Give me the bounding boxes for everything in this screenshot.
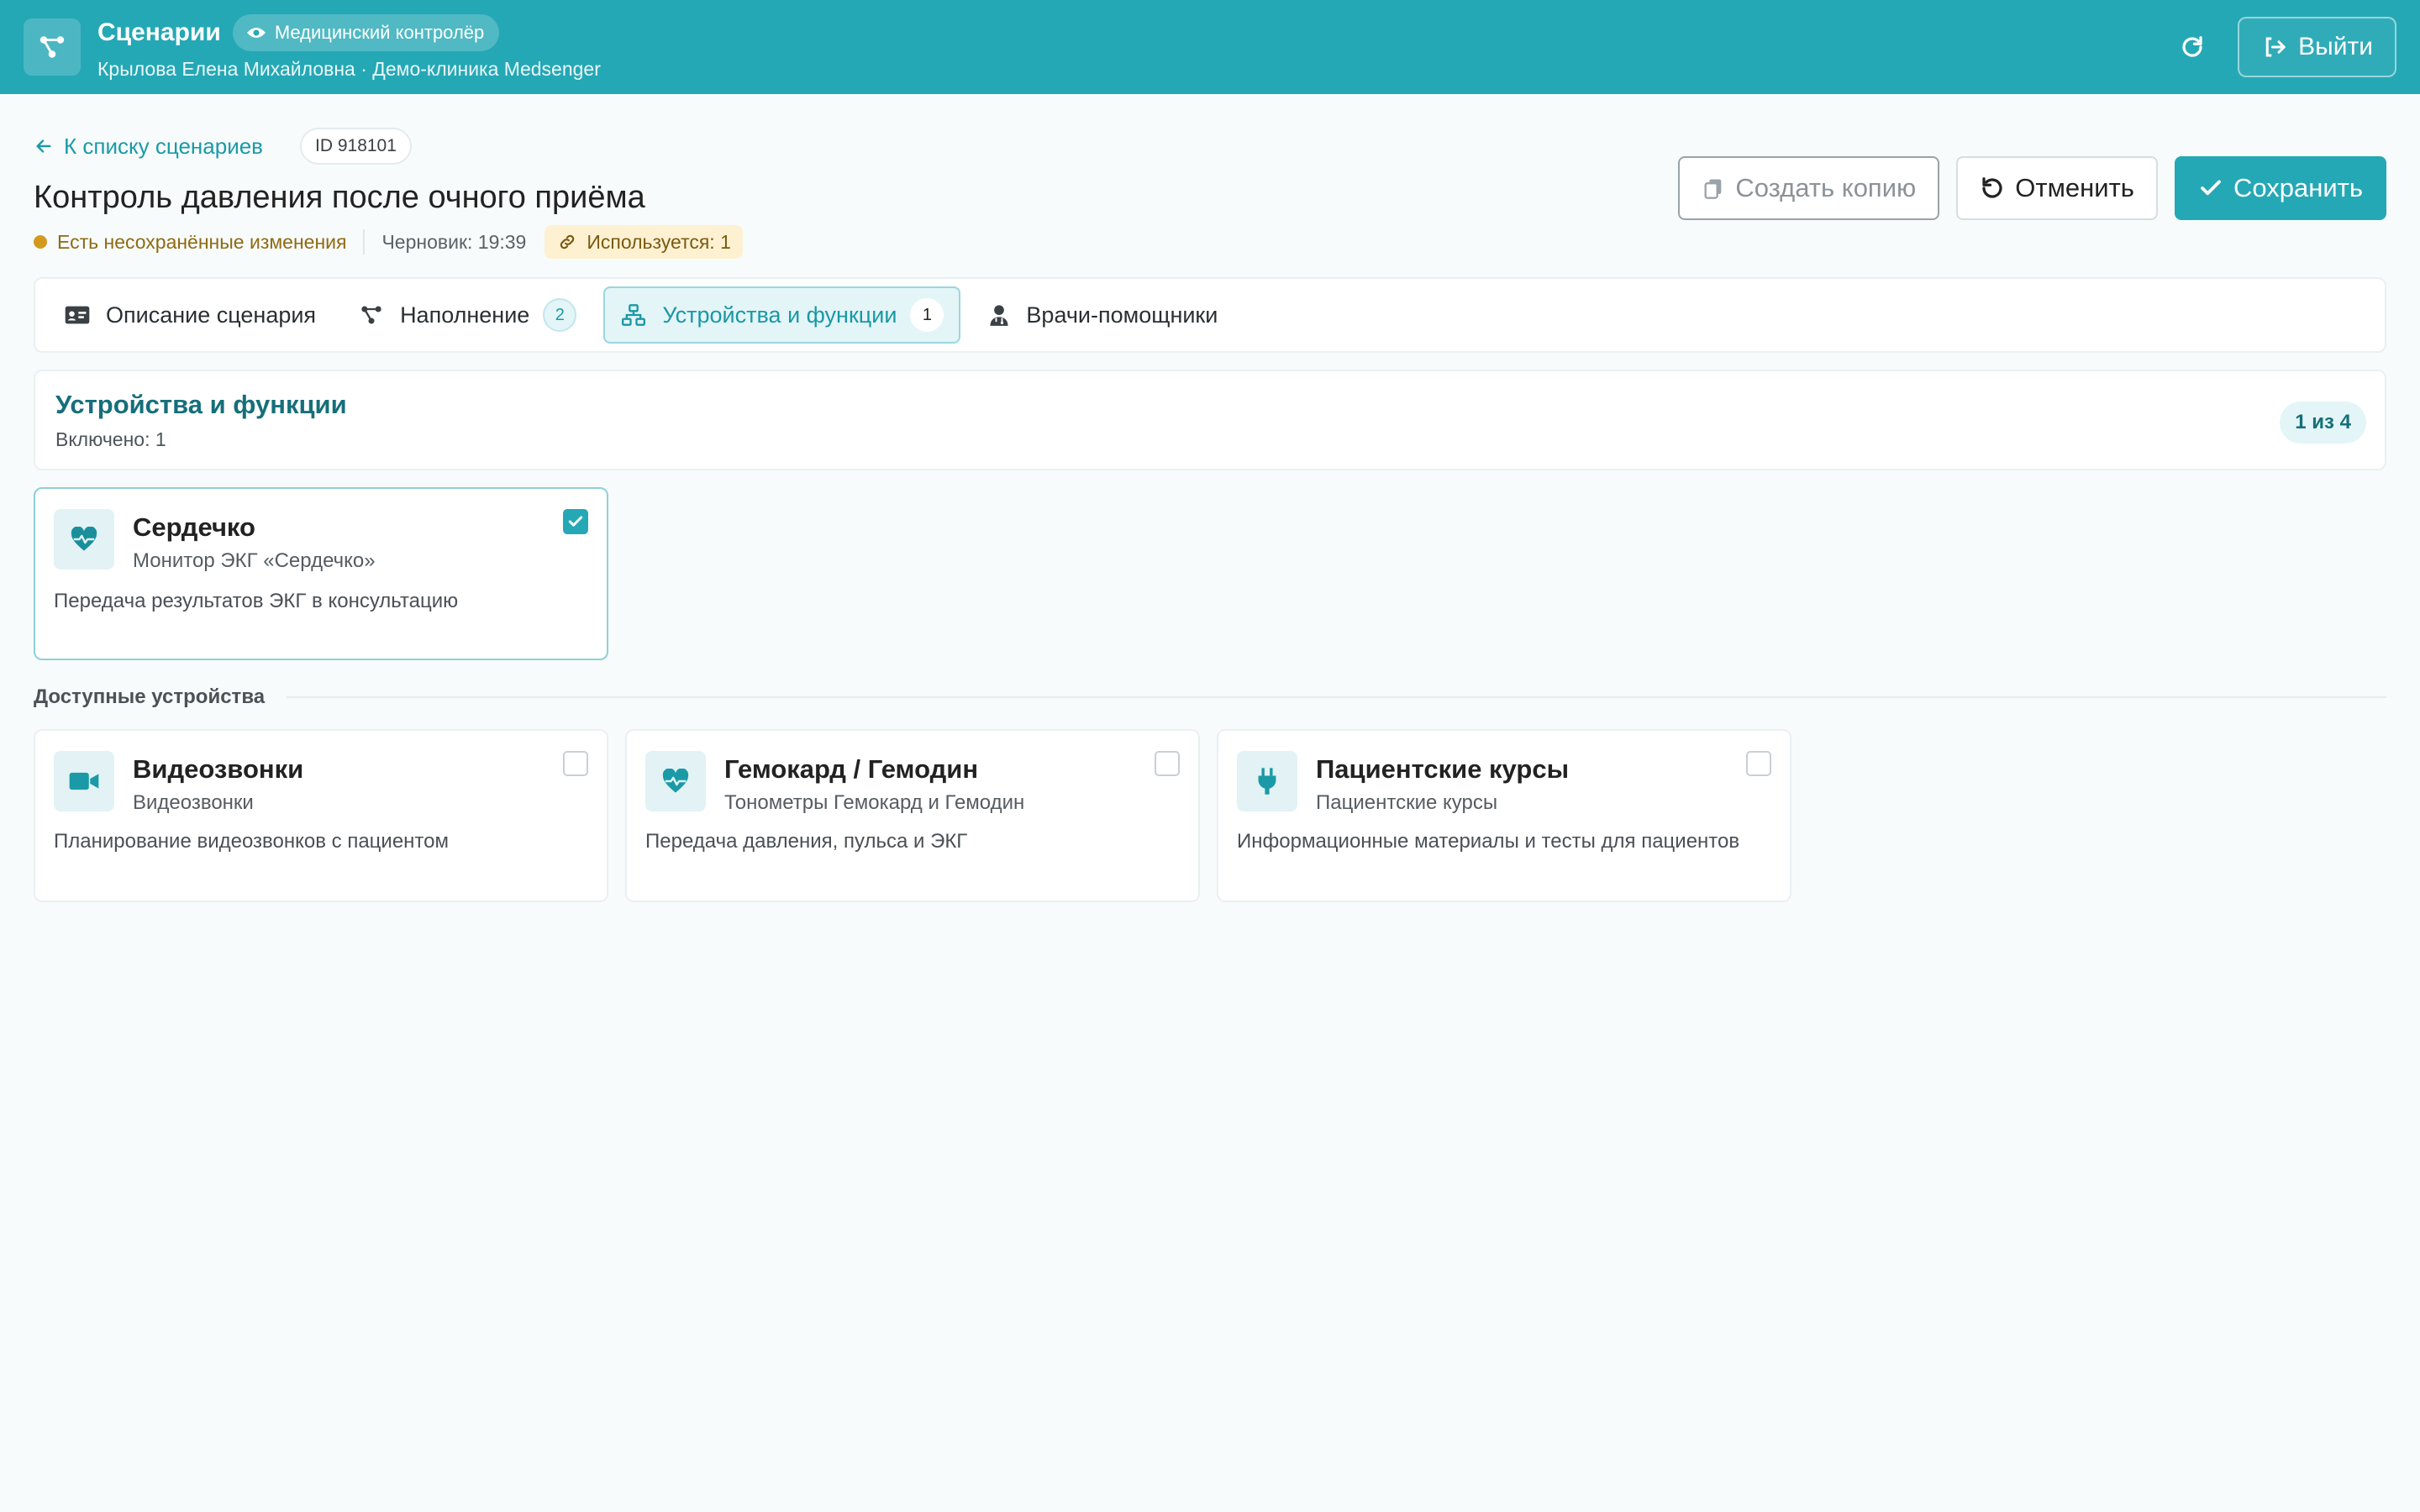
tab-devices-label: Устройства и функции: [662, 302, 897, 328]
copy-icon: [1704, 179, 1722, 199]
enabled-count: Включено: 1: [55, 428, 166, 450]
device-checkbox[interactable]: [1155, 751, 1180, 776]
unsaved-status: Есть несохранённые изменения: [57, 230, 347, 253]
video-icon: [54, 751, 114, 811]
arrow-left-icon: [36, 139, 51, 153]
top-bar: Сценарии Медицинский контролёр Крылова Е…: [0, 0, 2420, 94]
device-card-patient-courses[interactable]: Пациентские курсы Пациентские курсы Инфо…: [1217, 729, 1791, 902]
create-copy-button[interactable]: Создать копию: [1678, 156, 1940, 220]
section-title: Устройства и функции: [55, 390, 347, 419]
network-icon: [622, 304, 646, 326]
device-card-serdechko[interactable]: Сердечко Монитор ЭКГ «Сердечко» Передача…: [34, 487, 608, 660]
breadcrumb: К списку сценариев ID 918101: [34, 128, 412, 165]
nodes-icon: [361, 306, 381, 324]
app-title-block: Сценарии Медицинский контролёр Крылова Е…: [97, 13, 601, 81]
device-description: Планирование видеозвонков с пациентом: [54, 830, 450, 853]
device-subtitle: Видеозвонки: [133, 791, 254, 814]
tab-assistant-doctors-label: Врачи-помощники: [1026, 302, 1218, 328]
doctor-icon: [990, 305, 1008, 326]
unsaved-dot-icon: [34, 235, 47, 249]
device-description: Информационные материалы и тесты для пац…: [1237, 830, 1740, 853]
refresh-button[interactable]: [2167, 22, 2217, 72]
tab-description-label: Описание сценария: [106, 302, 317, 328]
device-subtitle: Монитор ЭКГ «Сердечко»: [133, 549, 376, 572]
tab-content[interactable]: Наполнение 2: [343, 286, 592, 344]
usage-badge[interactable]: Используется: 1: [544, 225, 743, 259]
action-buttons: Создать копию Отменить Сохранить: [1661, 156, 2386, 220]
role-badge-label: Медицинский контролёр: [274, 21, 485, 43]
heart-pulse-icon: [645, 751, 706, 811]
device-card-gemokard[interactable]: Гемокард / Гемодин Тонометры Гемокард и …: [625, 729, 1200, 902]
refresh-icon: [2182, 36, 2202, 57]
pager-badge: 1 из 4: [2280, 402, 2366, 444]
undo-icon: [1982, 177, 2002, 198]
link-icon: [560, 234, 575, 249]
device-checkbox[interactable]: [1746, 751, 1771, 776]
app-logo-icon[interactable]: [24, 18, 81, 76]
logout-label: Выйти: [2298, 33, 2373, 60]
tab-bar: Описание сценария Наполнение 2 Устройств…: [34, 277, 2386, 353]
device-checkbox[interactable]: [563, 751, 588, 776]
device-name: Видеозвонки: [133, 754, 304, 784]
available-devices-label: Доступные устройства: [34, 685, 266, 708]
logout-button[interactable]: Выйти: [2238, 17, 2396, 77]
create-copy-label: Создать копию: [1735, 173, 1917, 202]
user-info: Крылова Елена Михайловна · Демо-клиника …: [97, 57, 601, 80]
tab-devices[interactable]: Устройства и функции 1: [603, 286, 961, 344]
page-title: Контроль давления после очного приёма: [34, 180, 645, 215]
divider: [287, 696, 2386, 698]
sign-out-icon: [2265, 37, 2286, 57]
scenario-id-chip: ID 918101: [300, 128, 412, 165]
section-header: Устройства и функции Включено: 1 1 из 4: [34, 370, 2386, 470]
tab-content-label: Наполнение: [400, 302, 530, 328]
tab-devices-count: 1: [910, 298, 944, 332]
device-name: Пациентские курсы: [1316, 754, 1570, 784]
save-button[interactable]: Сохранить: [2174, 156, 2386, 220]
app-title: Сценарии: [97, 18, 221, 46]
available-devices-heading: Доступные устройства: [34, 685, 2386, 709]
divider: [363, 229, 366, 255]
tab-assistant-doctors[interactable]: Врачи-помощники: [972, 286, 1233, 344]
eye-icon: [246, 27, 266, 38]
save-label: Сохранить: [2233, 173, 2363, 202]
device-name: Сердечко: [133, 512, 255, 542]
cancel-button[interactable]: Отменить: [1956, 156, 2158, 220]
device-checkbox[interactable]: [563, 509, 588, 534]
device-name: Гемокард / Гемодин: [724, 754, 979, 784]
device-subtitle: Тонометры Гемокард и Гемодин: [724, 791, 1025, 814]
id-card-icon: [65, 306, 90, 324]
check-icon: [2201, 180, 2221, 196]
back-to-list-link[interactable]: К списку сценариев: [34, 134, 263, 160]
device-card-video[interactable]: Видеозвонки Видеозвонки Планирование вид…: [34, 729, 608, 902]
status-row: Есть несохранённые изменения Черновик: 1…: [34, 225, 743, 259]
checkmark-icon: [568, 516, 583, 527]
plug-icon: [1237, 751, 1297, 811]
tab-description[interactable]: Описание сценария: [49, 286, 331, 344]
device-description: Передача давления, пульса и ЭКГ: [645, 830, 968, 853]
device-description: Передача результатов ЭКГ в консультацию: [54, 590, 459, 612]
cancel-label: Отменить: [2015, 173, 2134, 202]
heart-pulse-icon: [54, 509, 114, 570]
tab-content-count: 2: [543, 298, 577, 332]
back-link-label: К списку сценариев: [64, 133, 263, 159]
usage-label: Используется: 1: [587, 230, 731, 253]
draft-status: Черновик: 19:39: [381, 230, 527, 253]
device-subtitle: Пациентские курсы: [1316, 791, 1498, 814]
role-badge: Медицинский контролёр: [232, 13, 500, 51]
